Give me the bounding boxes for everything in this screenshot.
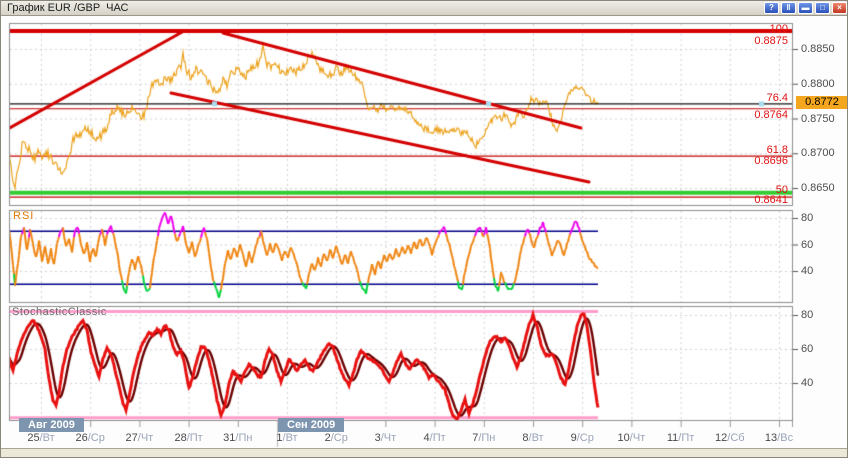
date-tick-label: 28/Пт xyxy=(174,432,203,444)
price-axis-tick-label: 0.8800 xyxy=(801,77,835,90)
fib-price-label: 0.8764 xyxy=(754,109,788,121)
date-tick-label: 7/Пн xyxy=(472,432,496,444)
help-button[interactable]: ? xyxy=(764,2,779,14)
date-tick-label: 8/Вт xyxy=(522,432,544,444)
date-tick-label: 10/Чт xyxy=(617,432,646,444)
date-tick-label: 12/Сб xyxy=(715,432,745,444)
window-title: График EUR /GBP ЧАС xyxy=(7,2,129,14)
maximize-button[interactable]: □ xyxy=(815,2,830,14)
month-badge: Сен 2009 xyxy=(278,418,345,432)
stochastic-axis-tick-label: 80 xyxy=(801,309,814,321)
price-axis-tick-label: 0.8850 xyxy=(801,43,835,55)
date-tick-label: 27/Чт xyxy=(125,432,154,444)
fib-price-label: 0.8875 xyxy=(754,35,788,47)
stochastic-axis-tick-label: 60 xyxy=(801,343,814,355)
rsi-indicator-label: RSI xyxy=(13,210,35,222)
stochastic-indicator-label: StochasticClassic xyxy=(12,306,107,318)
current-price-badge: 0.8772 xyxy=(796,96,847,109)
date-tick-label: 31/Пн xyxy=(223,432,253,444)
pause-button[interactable]: ‖ xyxy=(781,2,796,14)
fib-level-label: 76.4 xyxy=(766,92,788,104)
date-tick-label: 13/Вс xyxy=(764,432,794,444)
date-tick-label: 3/Чт xyxy=(374,432,397,444)
price-panel[interactable] xyxy=(9,23,793,206)
chart-window: График EUR /GBP ЧАС ? ‖ ▬ □ × RSI Stochastic… xyxy=(0,0,848,458)
date-tick-label: 1/Вт xyxy=(276,432,298,444)
stochastic-axis-tick-label: 40 xyxy=(801,377,814,389)
date-tick-label: 25/Вт xyxy=(27,432,55,444)
price-axis-tick-label: 0.8700 xyxy=(801,147,835,160)
fib-price-label: 0.8696 xyxy=(754,155,788,167)
window-bottom-edge xyxy=(1,448,847,457)
date-tick-label: 9/Ср xyxy=(570,432,594,444)
rsi-panel[interactable] xyxy=(9,210,793,303)
title-bar[interactable]: График EUR /GBP ЧАС ? ‖ ▬ □ × xyxy=(1,1,847,16)
date-tick-label: 4/Пт xyxy=(423,432,446,444)
rsi-axis-tick-label: 40 xyxy=(801,265,814,277)
fib-price-label: 0.8641 xyxy=(754,194,788,206)
minimize-button[interactable]: ▬ xyxy=(798,2,813,14)
price-axis-tick-label: 0.8750 xyxy=(801,112,835,125)
date-tick-label: 26/Ср xyxy=(75,432,105,444)
rsi-axis-tick-label: 60 xyxy=(801,238,814,251)
stochastic-panel[interactable] xyxy=(9,306,793,421)
month-badge: Авг 2009 xyxy=(19,418,84,432)
fib-level-label: 100 xyxy=(769,23,788,35)
date-tick-label: 2/Ср xyxy=(324,432,348,444)
date-tick-label: 11/Пт xyxy=(666,432,695,444)
price-axis-tick-label: 0.8650 xyxy=(801,182,835,194)
close-button[interactable]: × xyxy=(832,2,847,14)
rsi-axis-tick-label: 80 xyxy=(801,212,814,224)
